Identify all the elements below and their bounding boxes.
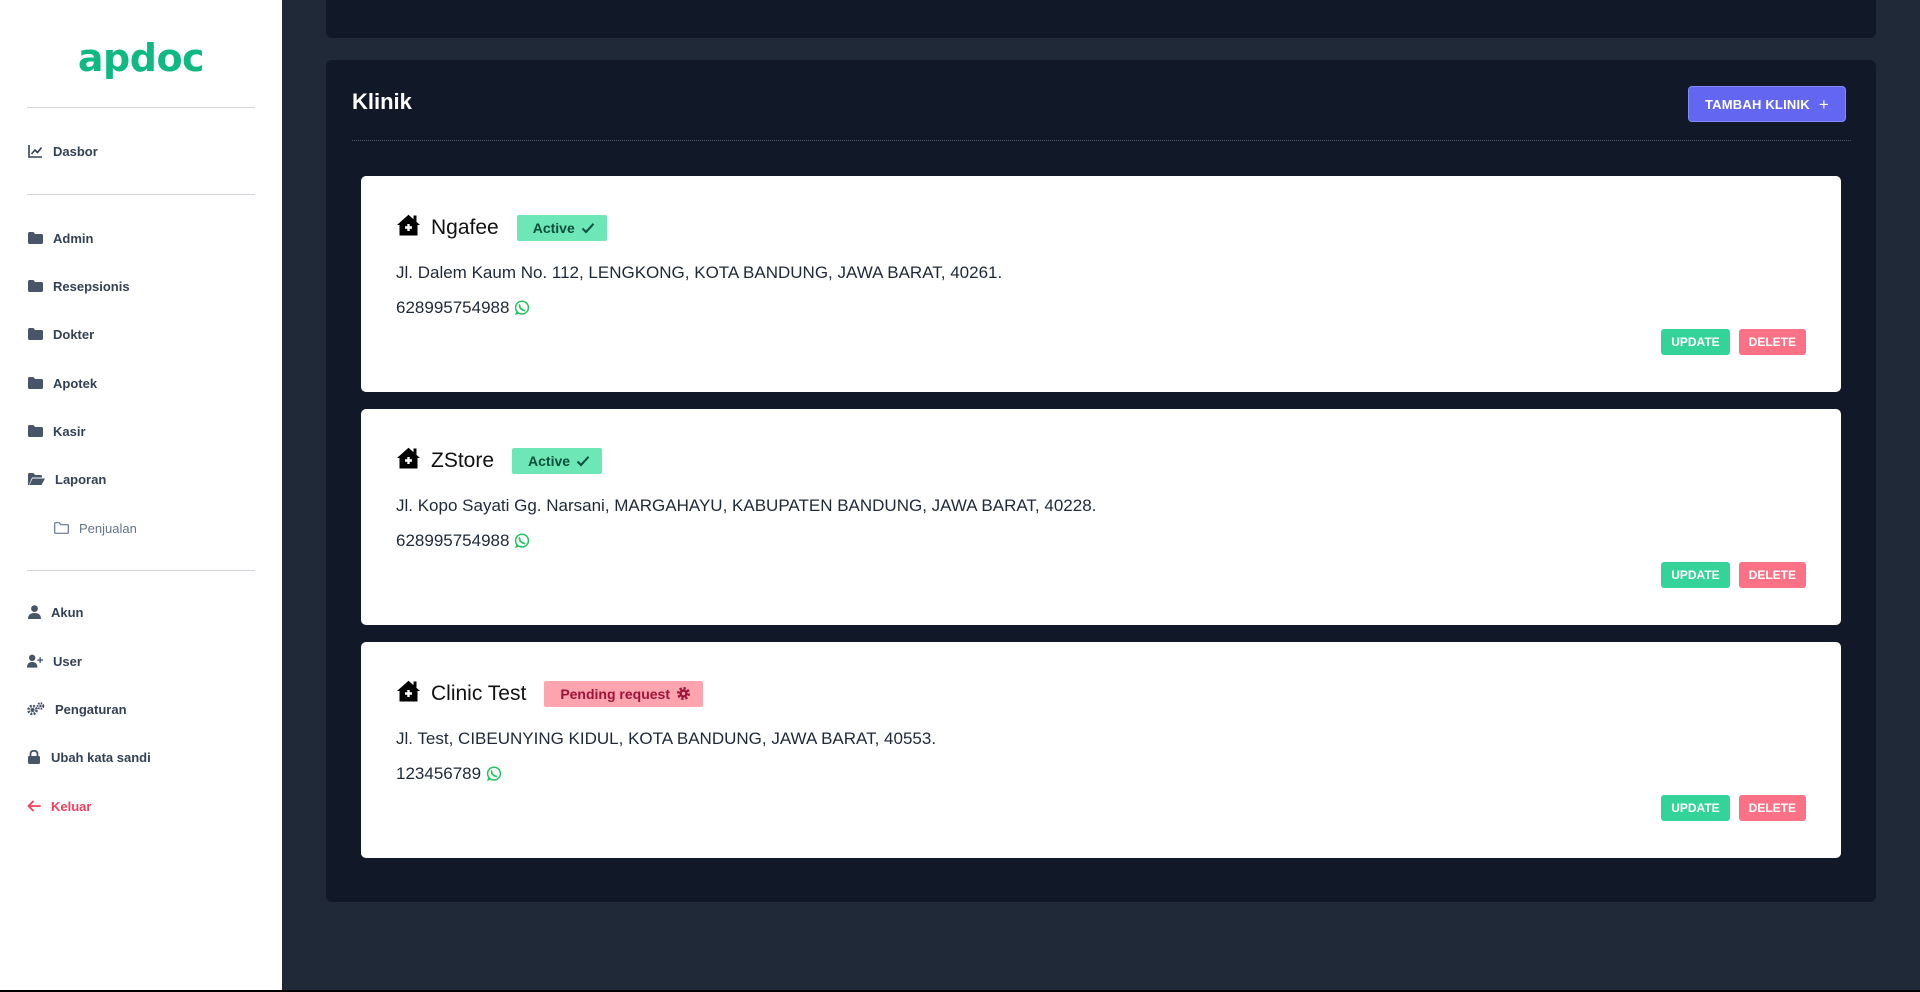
check-icon	[576, 455, 590, 467]
add-clinic-button[interactable]: TAMBAH KLINIK +	[1688, 86, 1846, 122]
clinic-house-icon	[396, 680, 421, 707]
status-badge-label: Pending request	[560, 685, 670, 702]
clinic-header: Clinic Test Pending request	[396, 680, 703, 707]
sidebar-item-label: Ubah kata sandi	[51, 749, 151, 765]
status-badge-label: Active	[528, 452, 571, 469]
sidebar-item-ubah-kata-sandi[interactable]: Ubah kata sandi	[27, 747, 255, 767]
sidebar-item-label: Resepsionis	[53, 278, 130, 294]
sidebar-item-label: Akun	[51, 604, 84, 620]
app-root: apdoc Dasbor Admin Resepsionis Dokter Ap…	[0, 0, 1920, 990]
clinic-phone-number: 628995754988	[396, 298, 510, 317]
plus-icon: +	[1818, 94, 1830, 114]
sidebar-divider	[27, 194, 255, 195]
gear-icon	[676, 686, 691, 701]
clinic-header: Ngafee Active	[396, 214, 607, 241]
sidebar-item-label: Kasir	[53, 423, 86, 439]
clinic-phone: 123456789	[396, 764, 502, 784]
main-content: Klinik TAMBAH KLINIK + Ngafee Active Jl.…	[282, 0, 1920, 990]
clinic-address: Jl. Test, CIBEUNYING KIDUL, KOTA BANDUNG…	[396, 729, 937, 748]
sidebar-item-laporan[interactable]: Laporan	[27, 469, 255, 489]
app-logo[interactable]: apdoc	[27, 36, 255, 84]
clinic-name: Clinic Test	[431, 681, 527, 705]
clinic-card: Ngafee Active Jl. Dalem Kaum No. 112, LE…	[361, 176, 1841, 392]
sidebar-item-kasir[interactable]: Kasir	[27, 421, 255, 441]
sidebar-item-pengaturan[interactable]: Pengaturan	[27, 699, 255, 719]
clinic-house-icon	[396, 214, 421, 241]
clinic-header: ZStore Active	[396, 447, 603, 474]
update-button[interactable]: UPDATE	[1661, 562, 1730, 588]
sidebar-item-dasbor[interactable]: Dasbor	[27, 141, 255, 161]
clinic-name: ZStore	[431, 448, 495, 472]
status-badge-label: Active	[532, 219, 575, 236]
chart-line-icon	[27, 143, 43, 159]
folder-open-icon	[27, 471, 45, 487]
status-badge: Pending request	[544, 680, 703, 707]
user-icon	[27, 604, 41, 620]
clinic-phone-number: 628995754988	[396, 531, 510, 550]
sidebar-item-resepsionis[interactable]: Resepsionis	[27, 276, 255, 296]
whatsapp-icon[interactable]	[486, 766, 502, 782]
page-title: Klinik	[352, 89, 412, 114]
delete-button[interactable]: DELETE	[1738, 329, 1806, 355]
sidebar-item-keluar[interactable]: Keluar	[27, 796, 255, 816]
delete-button[interactable]: DELETE	[1738, 795, 1806, 821]
delete-button[interactable]: DELETE	[1738, 562, 1806, 588]
clinic-house-icon	[396, 447, 421, 474]
card-actions: UPDATE DELETE	[1661, 329, 1806, 355]
check-icon	[581, 222, 595, 234]
sidebar-item-label: Penjualan	[79, 520, 137, 536]
card-actions: UPDATE DELETE	[1661, 795, 1806, 821]
clinic-name: Ngafee	[431, 215, 499, 239]
sidebar-item-dokter[interactable]: Dokter	[27, 324, 255, 344]
folder-icon	[27, 326, 43, 342]
sidebar-item-label: Admin	[53, 230, 94, 246]
sidebar-item-user[interactable]: User	[27, 651, 255, 671]
sidebar-item-label: Dasbor	[53, 143, 98, 159]
top-card	[326, 0, 1876, 38]
folder-icon	[27, 278, 43, 294]
panel-divider	[352, 140, 1851, 141]
sidebar-divider	[27, 570, 255, 571]
klinik-panel: Klinik TAMBAH KLINIK + Ngafee Active Jl.…	[326, 60, 1876, 902]
sidebar-item-penjualan[interactable]: Penjualan	[27, 518, 255, 538]
folder-outline-icon	[53, 520, 69, 536]
sidebar-item-admin[interactable]: Admin	[27, 228, 255, 248]
clinic-address: Jl. Dalem Kaum No. 112, LENGKONG, KOTA B…	[396, 263, 1003, 282]
clinic-card: ZStore Active Jl. Kopo Sayati Gg. Narsan…	[361, 409, 1841, 625]
sidebar-item-apotek[interactable]: Apotek	[27, 373, 255, 393]
folder-icon	[27, 375, 43, 391]
folder-icon	[27, 423, 43, 439]
sidebar-divider	[27, 107, 255, 108]
add-clinic-button-label: TAMBAH KLINIK	[1704, 96, 1810, 112]
sidebar-item-label: Laporan	[55, 471, 107, 487]
card-actions: UPDATE DELETE	[1661, 562, 1806, 588]
lock-icon	[27, 749, 41, 765]
sidebar: apdoc Dasbor Admin Resepsionis Dokter Ap…	[0, 0, 282, 990]
status-badge: Active	[512, 447, 603, 474]
whatsapp-icon[interactable]	[514, 533, 530, 549]
sidebar-item-label: Dokter	[53, 326, 95, 342]
clinic-card: Clinic Test Pending request Jl. Test, CI…	[361, 642, 1841, 858]
status-badge: Active	[516, 214, 607, 241]
gears-icon	[27, 701, 45, 717]
clinic-phone: 628995754988	[396, 531, 530, 551]
clinic-phone-number: 123456789	[396, 764, 482, 783]
sidebar-item-label: User	[53, 653, 82, 669]
user-plus-icon	[27, 653, 43, 669]
update-button[interactable]: UPDATE	[1661, 795, 1730, 821]
clinic-phone: 628995754988	[396, 298, 530, 318]
folder-icon	[27, 230, 43, 246]
sidebar-item-label: Pengaturan	[55, 701, 127, 717]
arrow-left-icon	[27, 798, 41, 814]
whatsapp-icon[interactable]	[514, 300, 530, 316]
sidebar-item-label: Apotek	[53, 375, 98, 391]
update-button[interactable]: UPDATE	[1661, 329, 1730, 355]
clinic-address: Jl. Kopo Sayati Gg. Narsani, MARGAHAYU, …	[396, 496, 1097, 515]
sidebar-item-label: Keluar	[51, 798, 92, 814]
sidebar-item-akun[interactable]: Akun	[27, 602, 255, 622]
